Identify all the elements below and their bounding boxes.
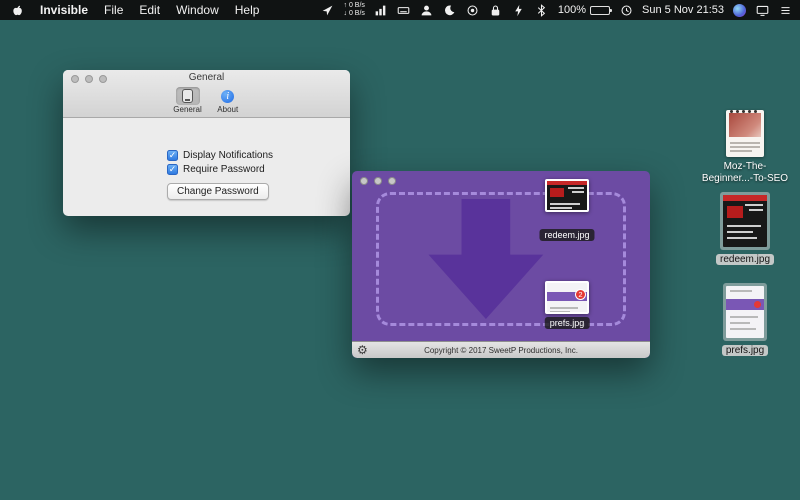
battery-indicator[interactable]: 100% [558,4,610,16]
upload-speed: 0 B/s [349,2,365,9]
invisible-app-icon[interactable] [466,3,480,17]
general-tab-label: General [173,105,201,114]
display-notifications-checkbox[interactable]: ✓ [167,150,178,161]
general-tab-icon [182,89,193,103]
display-notifications-label: Display Notifications [183,150,273,161]
zoom-button[interactable] [388,177,396,185]
prefs-toolbar: General i About [63,85,350,117]
file-thumbnail-redeem[interactable] [545,179,589,212]
bluetooth-icon[interactable] [535,3,549,17]
require-password-label: Require Password [183,164,265,175]
apple-menu-icon[interactable] [10,3,24,17]
lock-icon[interactable] [489,3,503,17]
siri-icon[interactable] [733,4,746,17]
desktop-icon-moz-pdf[interactable]: Moz-The-Beginner...-To-SEO [699,110,791,185]
require-password-row: ✓ Require Password [167,164,350,175]
download-arrow-icon [423,199,549,319]
image-thumbnail [726,286,764,338]
file-name-label: Moz-The-Beginner...-To-SEO [699,161,791,185]
desktop-icon-prefs[interactable]: prefs.jpg [699,283,791,356]
close-button[interactable] [71,75,79,83]
status-bar: ⚙ Copyright © 2017 SweetP Productions, I… [352,341,650,358]
location-icon[interactable] [321,3,335,17]
display-notifications-row: ✓ Display Notifications [167,150,350,161]
file-name-label: redeem.jpg [716,254,774,265]
battery-icon [590,6,610,15]
desktop-icon-redeem[interactable]: redeem.jpg [699,192,791,265]
download-arrow-icon: ↓ [344,10,348,17]
activity-meter-icon[interactable] [374,3,388,17]
user-icon[interactable] [420,3,434,17]
file-thumbnail-prefs[interactable]: 2 [545,281,589,314]
menubar: Invisible File Edit Window Help ↑ 0 B/s … [0,0,800,20]
close-button[interactable] [360,177,368,185]
keyboard-icon[interactable] [397,3,411,17]
drop-window: redeem.jpg 2 prefs.jpg ⚙ Copyright © 201… [352,171,650,358]
prefs-header: General General i About [63,70,350,118]
upload-arrow-icon: ↑ [344,2,348,9]
menu-help[interactable]: Help [235,3,260,17]
file-name-label: prefs.jpg [722,345,768,356]
menu-app-name[interactable]: Invisible [40,3,88,17]
clock-datetime[interactable]: Sun 5 Nov 21:53 [642,4,724,16]
tab-about[interactable]: i About [216,87,240,114]
display-icon[interactable] [755,3,769,17]
traffic-lights [360,177,396,185]
selection-frame [723,283,767,341]
prefs-content: ✓ Display Notifications ✓ Require Passwo… [63,118,350,200]
info-icon: i [221,90,234,103]
download-speed: 0 B/s [349,10,365,17]
change-password-button[interactable]: Change Password [167,183,269,200]
preferences-window: General General i About ✓ Display Notifi… [63,70,350,216]
pdf-thumbnail [726,110,764,157]
traffic-lights [71,75,107,83]
minimize-button[interactable] [85,75,93,83]
zoom-button[interactable] [99,75,107,83]
time-machine-icon[interactable] [619,3,633,17]
count-badge: 2 [575,289,586,300]
menu-file[interactable]: File [104,3,123,17]
menu-edit[interactable]: Edit [139,3,160,17]
selection-frame [720,192,770,250]
notification-center-icon[interactable] [778,3,792,17]
bolt-icon[interactable] [512,3,526,17]
menu-window[interactable]: Window [176,3,219,17]
file-label: redeem.jpg [539,229,594,241]
require-password-checkbox[interactable]: ✓ [167,164,178,175]
image-thumbnail [723,195,767,247]
about-tab-label: About [217,105,238,114]
minimize-button[interactable] [374,177,382,185]
copyright-text: Copyright © 2017 SweetP Productions, Inc… [424,346,578,355]
file-label: prefs.jpg [545,317,590,329]
tab-general[interactable]: General [173,87,201,114]
gear-icon[interactable]: ⚙ [357,343,368,357]
battery-percentage: 100% [558,4,586,16]
moon-icon[interactable] [443,3,457,17]
network-speed-indicator[interactable]: ↑ 0 B/s ↓ 0 B/s [344,2,365,18]
